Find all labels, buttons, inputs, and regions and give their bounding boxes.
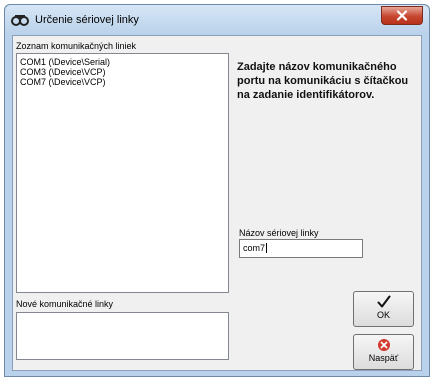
new-lines-label: Nové komunikačné linky xyxy=(16,299,114,309)
back-button-label: Naspäť xyxy=(368,353,399,363)
close-icon xyxy=(396,10,408,21)
dialog-window: Určenie sériovej linky Zoznam komunikačn… xyxy=(4,4,430,377)
list-item[interactable]: COM7 (\Device\VCP) xyxy=(17,77,228,87)
list-item[interactable]: COM1 (\Device\Serial) xyxy=(17,57,228,67)
serial-name-value: com7 xyxy=(243,243,266,253)
title-bar[interactable]: Určenie sériovej linky xyxy=(5,5,429,35)
text-caret xyxy=(266,243,268,253)
back-button[interactable]: Naspäť xyxy=(353,334,414,370)
new-lines-listbox[interactable] xyxy=(16,312,229,360)
list-item[interactable]: COM3 (\Device\VCP) xyxy=(17,67,228,77)
serial-name-input[interactable]: com7 xyxy=(239,239,363,258)
ok-button-label: OK xyxy=(376,310,390,320)
dialog-client-area: Zoznam komunikačných liniek COM1 (\Devic… xyxy=(12,35,422,371)
app-icon xyxy=(11,15,29,26)
close-button[interactable] xyxy=(381,6,423,25)
serial-name-label: Názov sériovej linky xyxy=(239,228,319,238)
ports-list-label: Zoznam komunikačných liniek xyxy=(16,41,137,51)
ports-listbox[interactable]: COM1 (\Device\Serial) COM3 (\Device\VCP)… xyxy=(16,53,229,293)
cancel-icon xyxy=(377,339,390,351)
window-title: Určenie sériovej linky xyxy=(35,14,139,26)
ok-button[interactable]: OK xyxy=(353,291,414,327)
instructions-text: Zadajte názov komunikačného portu na kom… xyxy=(237,61,409,101)
checkmark-icon xyxy=(377,295,390,308)
